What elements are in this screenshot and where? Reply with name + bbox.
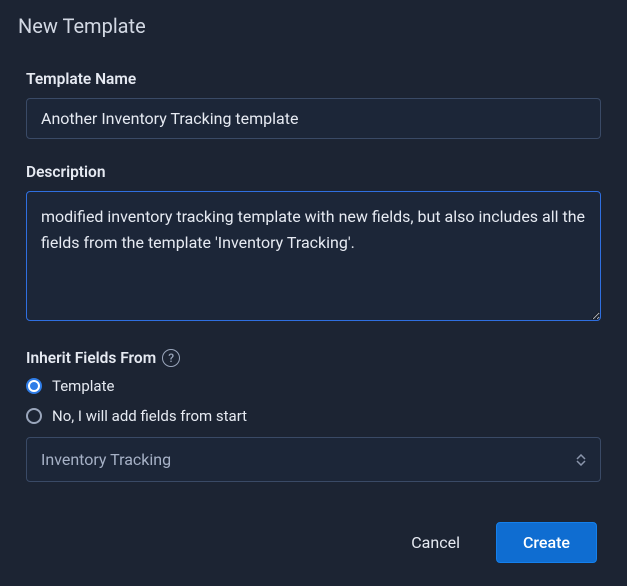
form: Template Name Description Inherit Fields…: [0, 50, 627, 500]
inherit-select[interactable]: Inventory Tracking: [26, 437, 601, 482]
create-button[interactable]: Create: [496, 522, 597, 563]
radio-template[interactable]: Template: [26, 377, 601, 395]
new-template-dialog: New Template Template Name Description I…: [0, 0, 627, 586]
radio-none[interactable]: No, I will add fields from start: [26, 407, 601, 425]
description-textarea[interactable]: [26, 191, 601, 321]
inherit-block: Inherit Fields From ? Template No, I wil…: [26, 343, 601, 482]
inherit-label-text: Inherit Fields From: [26, 349, 156, 367]
inherit-label: Inherit Fields From ?: [26, 349, 601, 367]
radio-none-input[interactable]: [26, 408, 42, 424]
radio-template-input[interactable]: [26, 378, 42, 394]
template-name-input[interactable]: [26, 98, 601, 139]
template-name-label: Template Name: [26, 70, 601, 88]
description-block: Description: [26, 157, 601, 325]
radio-template-label: Template: [52, 377, 114, 395]
help-icon[interactable]: ?: [162, 349, 180, 367]
dialog-title: New Template: [0, 0, 627, 50]
dialog-footer: Cancel Create: [0, 500, 627, 586]
radio-none-label: No, I will add fields from start: [52, 407, 247, 425]
cancel-button[interactable]: Cancel: [405, 523, 466, 562]
description-label: Description: [26, 163, 601, 181]
inherit-select-value: Inventory Tracking: [41, 450, 171, 469]
chevron-updown-icon: [576, 454, 586, 466]
template-name-block: Template Name: [26, 64, 601, 139]
